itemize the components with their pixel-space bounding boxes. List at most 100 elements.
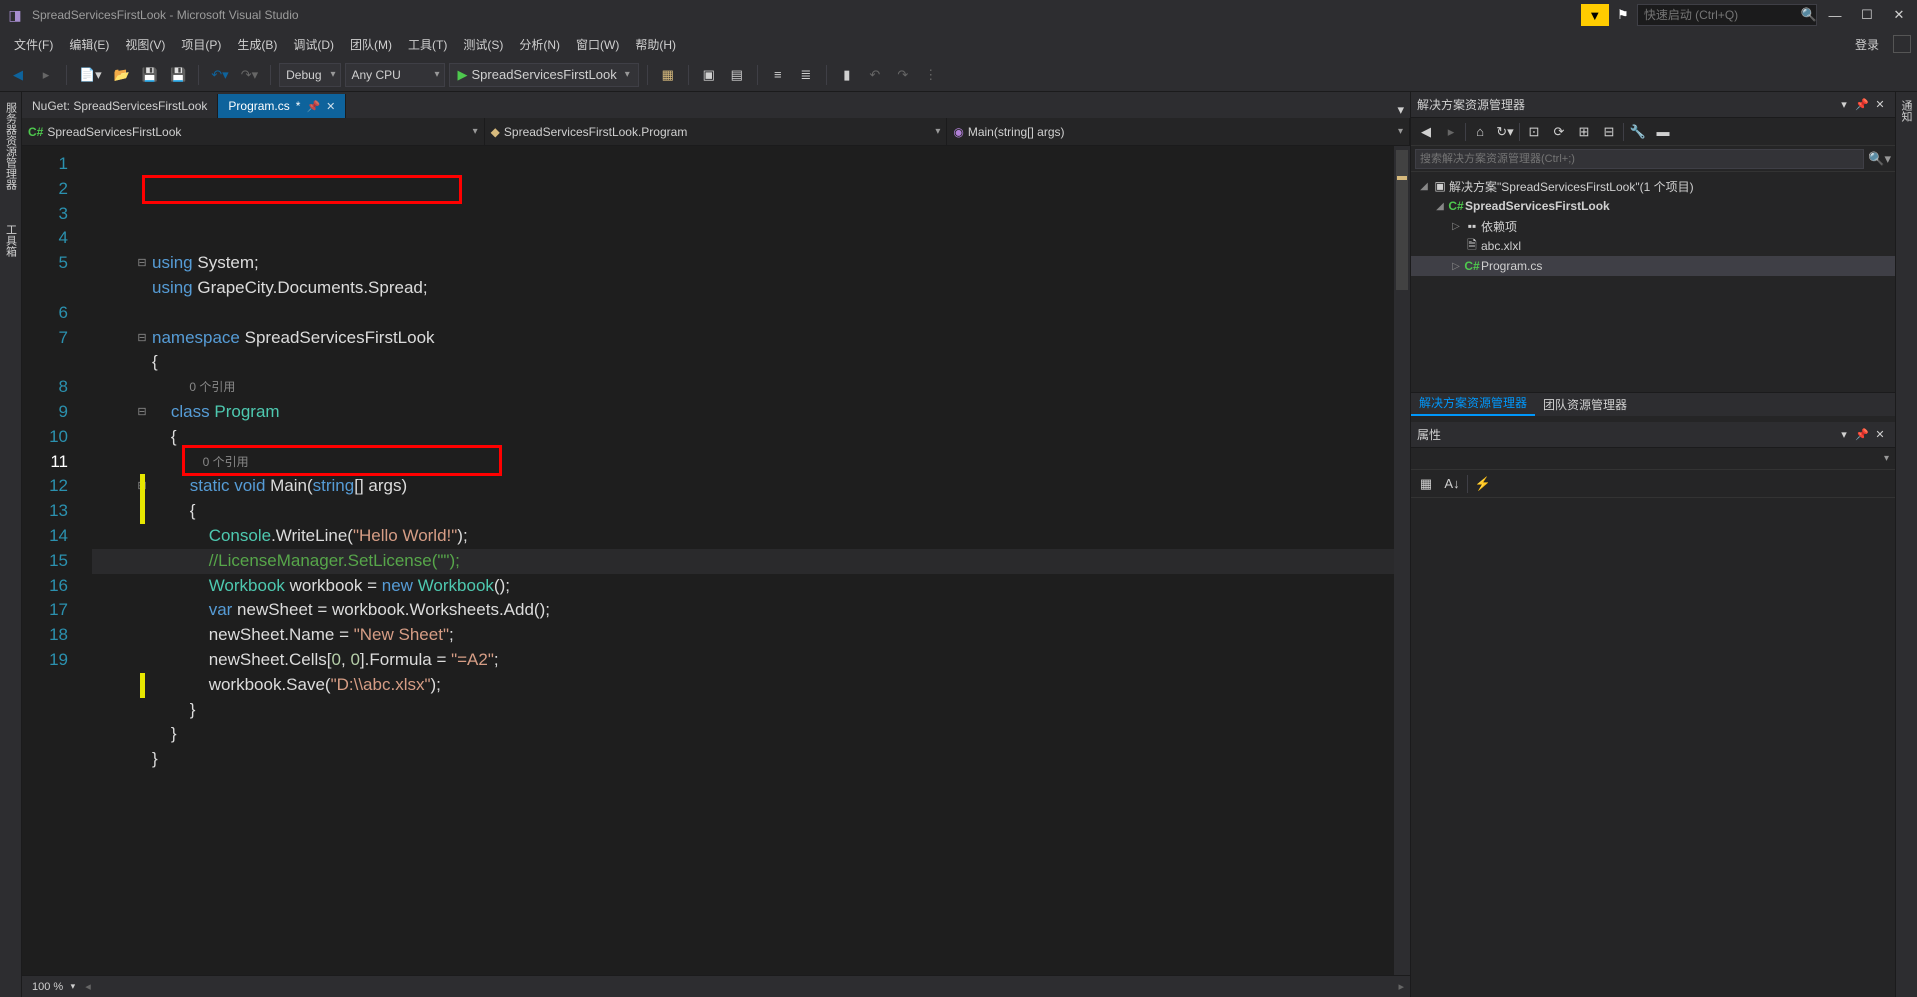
code-line-1[interactable]: ⊟using System;: [92, 251, 1394, 276]
toolbox-tab[interactable]: 工具箱: [1, 218, 21, 263]
code-line-6[interactable]: ⊟ class Program: [92, 400, 1394, 425]
menu-item-10[interactable]: 窗口(W): [568, 35, 627, 55]
maximize-button[interactable]: ☐: [1853, 4, 1881, 26]
close-tab-icon[interactable]: ✕: [326, 100, 335, 113]
code-text-area[interactable]: ⊟using System;using GrapeCity.Documents.…: [92, 146, 1394, 975]
menu-item-4[interactable]: 生成(B): [229, 35, 285, 55]
undo-button[interactable]: ↶▾: [207, 63, 232, 87]
se-icon-2[interactable]: ↻▾: [1494, 121, 1516, 143]
solution-tree[interactable]: ◢▣解决方案"SpreadServicesFirstLook"(1 个项目)◢C…: [1411, 172, 1895, 392]
tb-icon-2[interactable]: ▣: [697, 63, 721, 87]
tb-icon-4[interactable]: ≡: [766, 63, 790, 87]
props-events-icon[interactable]: ⚡: [1472, 473, 1494, 495]
se-icon-6[interactable]: ⊟: [1598, 121, 1620, 143]
config-combo[interactable]: Debug: [279, 63, 340, 87]
solution-search-input[interactable]: [1415, 149, 1864, 169]
code-line-11[interactable]: //LicenseManager.SetLicense("");: [92, 549, 1394, 574]
code-line-14[interactable]: newSheet.Name = "New Sheet";: [92, 623, 1394, 648]
panel-close-icon[interactable]: ✕: [1871, 428, 1889, 441]
menu-item-7[interactable]: 工具(T): [400, 35, 455, 55]
quick-launch-input[interactable]: [1637, 4, 1817, 26]
nav-member-combo[interactable]: ◉ Main(string[] args): [947, 118, 1410, 145]
code-editor[interactable]: 12345678910111213141516171819 ⊟using Sys…: [22, 146, 1410, 975]
se-icon-5[interactable]: ⊞: [1573, 121, 1595, 143]
menu-item-8[interactable]: 测试(S): [455, 35, 511, 55]
menu-item-6[interactable]: 团队(M): [342, 35, 400, 55]
code-line-4[interactable]: ⊟namespace SpreadServicesFirstLook: [92, 326, 1394, 351]
se-wrench-icon[interactable]: 🔧: [1627, 121, 1649, 143]
pin-icon[interactable]: 📌: [306, 100, 320, 113]
doc-tab-nuget[interactable]: NuGet: SpreadServicesFirstLook: [22, 94, 218, 118]
panel-pin-icon[interactable]: 📌: [1853, 428, 1871, 441]
menu-item-9[interactable]: 分析(N): [511, 35, 568, 55]
tb-icon-1[interactable]: ▦: [656, 63, 680, 87]
code-line-16[interactable]: workbook.Save("D:\\abc.xlsx");: [92, 673, 1394, 698]
tree-node-1[interactable]: ◢C#SpreadServicesFirstLook: [1411, 196, 1895, 216]
open-button[interactable]: 📂: [110, 63, 134, 87]
feedback-flag-icon[interactable]: ⚑: [1613, 7, 1633, 23]
server-explorer-tab[interactable]: 服务器资源管理器: [1, 96, 21, 196]
code-line-10[interactable]: Console.WriteLine("Hello World!");: [92, 524, 1394, 549]
tree-node-2[interactable]: ▷▪▪依赖项: [1411, 216, 1895, 236]
run-button[interactable]: ▶ SpreadServicesFirstLook ▾: [449, 63, 639, 87]
tree-node-0[interactable]: ◢▣解决方案"SpreadServicesFirstLook"(1 个项目): [1411, 176, 1895, 196]
code-line-8[interactable]: ⊟ static void Main(string[] args): [92, 474, 1394, 499]
save-all-button[interactable]: 💾: [166, 63, 190, 87]
code-line-2[interactable]: using GrapeCity.Documents.Spread;: [92, 276, 1394, 301]
props-alpha-icon[interactable]: A↓: [1441, 473, 1463, 495]
tree-node-4[interactable]: ▷C#Program.cs: [1411, 256, 1895, 276]
code-line-5[interactable]: {: [92, 350, 1394, 375]
panel-pin-icon[interactable]: 📌: [1853, 98, 1871, 111]
notification-filter-icon[interactable]: ▼: [1581, 4, 1609, 26]
tb-icon-3[interactable]: ▤: [725, 63, 749, 87]
avatar-icon[interactable]: [1893, 35, 1911, 53]
props-categorized-icon[interactable]: ▦: [1415, 473, 1437, 495]
sub-tab-solution-explorer[interactable]: 解决方案资源管理器: [1411, 391, 1535, 416]
code-line-19[interactable]: }: [92, 747, 1394, 772]
platform-combo[interactable]: Any CPU: [345, 63, 445, 87]
code-line-7[interactable]: {: [92, 425, 1394, 450]
save-button[interactable]: 💾: [138, 63, 162, 87]
code-line-3[interactable]: [92, 301, 1394, 326]
props-combo-icon[interactable]: ▾: [1884, 453, 1889, 464]
search-icon[interactable]: 🔍▾: [1868, 151, 1891, 167]
code-line-9[interactable]: {: [92, 499, 1394, 524]
code-line-17[interactable]: }: [92, 698, 1394, 723]
code-line-13[interactable]: var newSheet = workbook.Worksheets.Add()…: [92, 598, 1394, 623]
tab-overflow-button[interactable]: ▾: [1391, 102, 1410, 118]
sub-tab-team-explorer[interactable]: 团队资源管理器: [1535, 393, 1635, 416]
close-button[interactable]: ✕: [1885, 4, 1913, 26]
se-home-icon[interactable]: ⌂: [1469, 121, 1491, 143]
doc-tab-program[interactable]: Program.cs* 📌 ✕: [218, 94, 346, 118]
code-line-12[interactable]: Workbook workbook = new Workbook();: [92, 574, 1394, 599]
code-line-18[interactable]: }: [92, 722, 1394, 747]
se-icon-8[interactable]: ▬: [1652, 121, 1674, 143]
menu-item-5[interactable]: 调试(D): [285, 35, 342, 55]
panel-dropdown-icon[interactable]: ▾: [1835, 428, 1853, 441]
tb-icon-6[interactable]: ▮: [835, 63, 859, 87]
tree-node-3[interactable]: 🗎abc.xlxl: [1411, 236, 1895, 256]
menu-item-2[interactable]: 视图(V): [117, 35, 173, 55]
se-icon-back[interactable]: ◀: [1415, 121, 1437, 143]
se-icon-3[interactable]: ⊡: [1523, 121, 1545, 143]
menu-item-0[interactable]: 文件(F): [6, 35, 61, 55]
sign-in-button[interactable]: 登录: [1847, 33, 1887, 56]
zoom-combo[interactable]: 100 %: [28, 981, 77, 993]
vertical-scrollbar[interactable]: [1394, 146, 1410, 975]
new-project-button[interactable]: 📄▾: [75, 63, 106, 87]
panel-dropdown-icon[interactable]: ▾: [1835, 98, 1853, 111]
menu-item-11[interactable]: 帮助(H): [627, 35, 684, 55]
menu-item-3[interactable]: 项目(P): [173, 35, 229, 55]
panel-close-icon[interactable]: ✕: [1871, 98, 1889, 111]
nav-project-combo[interactable]: C# SpreadServicesFirstLook: [22, 118, 485, 145]
code-line-15[interactable]: newSheet.Cells[0, 0].Formula = "=A2";: [92, 648, 1394, 673]
notifications-tab[interactable]: 通知: [1896, 92, 1916, 130]
se-icon-4[interactable]: ⟳: [1548, 121, 1570, 143]
minimize-button[interactable]: —: [1821, 4, 1849, 26]
nav-back-button[interactable]: ◀: [6, 63, 30, 87]
nav-class-combo[interactable]: ◆ SpreadServicesFirstLook.Program: [485, 118, 948, 145]
scrollbar-thumb[interactable]: [1396, 150, 1408, 290]
solution-explorer-header: 解决方案资源管理器 ▾ 📌 ✕: [1411, 92, 1895, 118]
menu-item-1[interactable]: 编辑(E): [61, 35, 117, 55]
tb-icon-5[interactable]: ≣: [794, 63, 818, 87]
